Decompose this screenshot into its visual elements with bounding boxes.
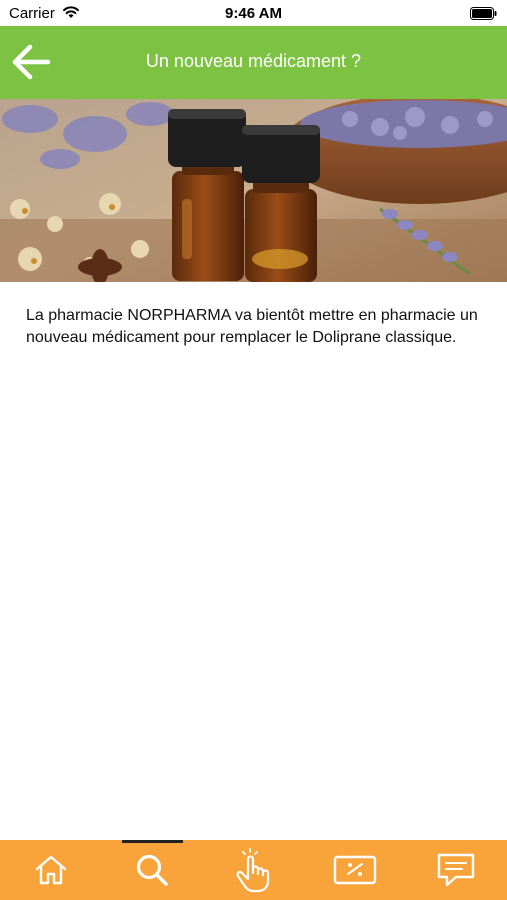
tab-tap[interactable]: [202, 840, 303, 900]
app-header: Un nouveau médicament ?: [0, 26, 507, 99]
home-icon: [35, 855, 66, 885]
hand-tap-icon: [235, 848, 269, 893]
essential-oil-photo: [0, 99, 507, 282]
clock: 9:46 AM: [225, 5, 282, 22]
tab-promo[interactable]: [304, 840, 405, 900]
tab-messages[interactable]: [405, 840, 506, 900]
search-icon: [136, 854, 168, 886]
article-body: La pharmacie NORPHARMA va bientôt mettre…: [26, 307, 478, 346]
tab-bar: [0, 840, 507, 900]
page-title: Un nouveau médicament ?: [145, 51, 362, 71]
message-icon: [437, 853, 474, 887]
battery-icon: [470, 7, 497, 20]
coupon-percent-icon: [333, 855, 376, 885]
status-bar: Carrier 9:46 AM: [0, 0, 507, 26]
tab-home[interactable]: [0, 840, 101, 900]
hero-image: [0, 99, 507, 282]
tab-search[interactable]: [101, 840, 202, 900]
